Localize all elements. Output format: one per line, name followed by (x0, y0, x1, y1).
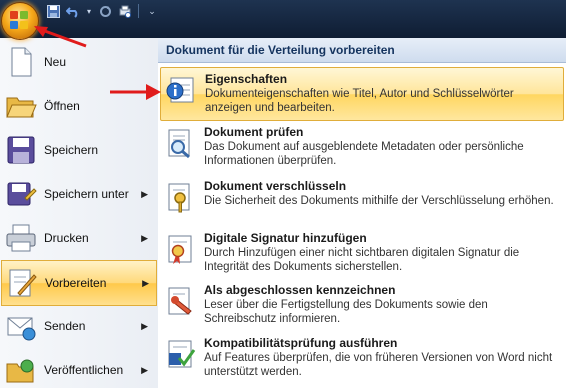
submenu-item-description: Leser über die Fertigstellung des Dokume… (204, 299, 488, 325)
annotation-arrow-properties (110, 84, 161, 100)
digital-signature-icon (164, 233, 196, 265)
menu-item-label: Drucken (44, 231, 89, 245)
redo-icon[interactable] (98, 4, 112, 18)
submenu-item-description: Durch Hinzufügen einer nicht sichtbaren … (204, 247, 520, 273)
submenu-item-mark-final[interactable]: Als abgeschlossen kennzeichnen Leser übe… (160, 279, 562, 331)
submenu-item-properties[interactable]: Eigenschaften Dokumenteigenschaften wie … (160, 67, 564, 121)
submenu-arrow-icon: ▶ (142, 277, 149, 288)
prepare-submenu: Dokument für die Verteilung vorbereiten … (158, 38, 566, 388)
customize-qat-icon[interactable]: ⌄ (145, 4, 159, 18)
submenu-item-title: Digitale Signatur hinzufügen (204, 231, 367, 245)
save-as-icon (5, 178, 37, 210)
menu-item-label: Veröffentlichen (44, 363, 124, 377)
prepare-icon (6, 267, 38, 299)
submenu-item-description: Das Dokument auf ausgeblendete Metadaten… (204, 141, 524, 167)
submenu-item-title: Kompatibilitätsprüfung ausführen (204, 336, 398, 350)
menu-item-label: Neu (44, 55, 67, 69)
submenu-item-title: Als abgeschlossen kennzeichnen (204, 283, 396, 297)
submenu-arrow-icon: ▶ (141, 364, 148, 375)
submenu-item-title: Dokument verschlüsseln (204, 179, 347, 193)
office-logo-icon (10, 11, 30, 31)
submenu-arrow-icon: ▶ (141, 188, 148, 199)
send-icon (5, 310, 37, 342)
submenu-item-description: Auf Features überprüfen, die von frühere… (204, 352, 553, 378)
publish-icon (5, 354, 37, 386)
submenu-header: Dokument für die Verteilung vorbereiten (158, 38, 566, 63)
menu-item-label: Speichern (44, 143, 99, 157)
save-disk-icon (5, 134, 37, 166)
toolbar-divider (138, 4, 139, 18)
properties-icon (165, 74, 197, 106)
menu-item-send[interactable]: Senden ▶ (0, 304, 156, 348)
menu-item-label: Öffnen (44, 99, 80, 113)
encrypt-key-icon (164, 181, 196, 213)
undo-dropdown-icon[interactable]: ▾ (86, 4, 92, 18)
compatibility-checker-icon (164, 338, 196, 370)
open-folder-icon (5, 90, 37, 122)
quick-access-toolbar: ▾ ⌄ (46, 2, 159, 20)
menu-item-print[interactable]: Drucken ▶ (0, 216, 156, 260)
menu-item-publish[interactable]: Veröffentlichen ▶ (0, 348, 156, 392)
new-document-icon (5, 46, 37, 78)
submenu-item-inspect[interactable]: Dokument prüfen Das Dokument auf ausgebl… (160, 121, 562, 173)
undo-icon[interactable] (66, 4, 80, 18)
mark-as-final-icon (164, 285, 196, 317)
print-preview-icon[interactable] (118, 4, 132, 18)
menu-item-label: Senden (44, 319, 86, 333)
submenu-item-title: Eigenschaften (205, 72, 288, 86)
submenu-item-digital-signature[interactable]: Digitale Signatur hinzufügen Durch Hinzu… (160, 227, 562, 279)
submenu-arrow-icon: ▶ (141, 232, 148, 243)
submenu-item-title: Dokument prüfen (204, 125, 304, 139)
menu-item-prepare[interactable]: Vorbereiten ▶ (1, 260, 157, 306)
submenu-item-description: Die Sicherheit des Dokuments mithilfe de… (204, 195, 554, 207)
submenu-item-encrypt[interactable]: Dokument verschlüsseln Die Sicherheit de… (160, 175, 562, 227)
annotation-arrow-office-button (34, 26, 87, 48)
submenu-item-description: Dokumenteigenschaften wie Titel, Autor u… (205, 88, 514, 114)
inspect-document-icon (164, 127, 196, 159)
menu-item-label: Speichern unter (44, 187, 129, 201)
save-icon[interactable] (46, 4, 60, 18)
menu-item-label: Vorbereiten (45, 276, 107, 290)
submenu-arrow-icon: ▶ (141, 320, 148, 331)
menu-item-save[interactable]: Speichern (0, 128, 156, 172)
menu-item-save-as[interactable]: Speichern unter ▶ (0, 172, 156, 216)
submenu-item-compatibility[interactable]: Kompatibilitätsprüfung ausführen Auf Fea… (160, 332, 562, 384)
printer-icon (5, 222, 37, 254)
